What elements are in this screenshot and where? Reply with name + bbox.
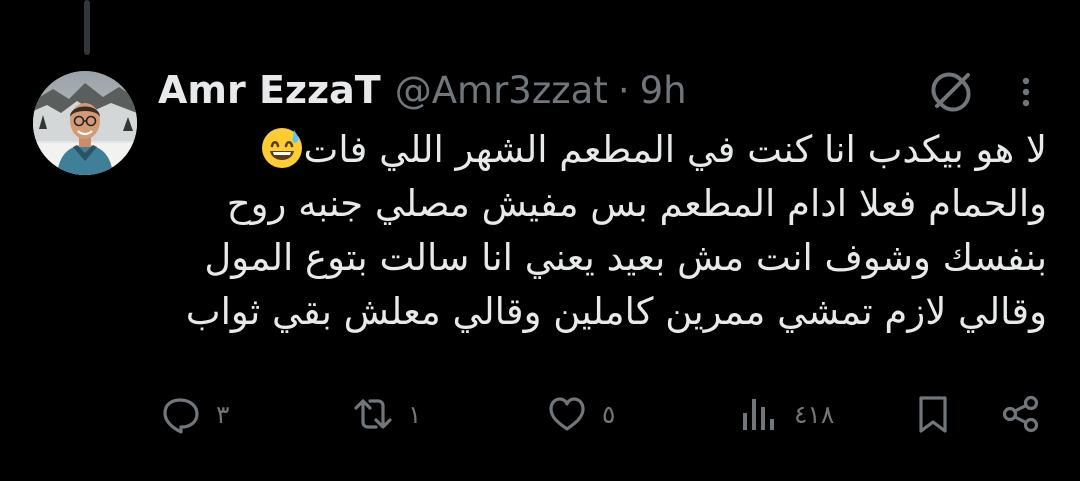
retweet-icon (354, 399, 392, 429)
like-icon (549, 397, 585, 431)
post-time[interactable]: 9h (640, 69, 687, 112)
grinning-face-with-sweat-emoji (260, 126, 304, 170)
bookmark-icon (919, 396, 947, 433)
reply-count: ٣ (216, 399, 230, 429)
views-count: ٤١٨ (794, 399, 835, 429)
avatar[interactable] (33, 71, 137, 175)
tweet-text-line: بنفسك وشوف انت مش بعيد يعني انا سالت بتو… (204, 236, 1047, 279)
tweet-text-line: وقالي لازم تمشي ممرين كاملين وقالي معلش … (185, 290, 1047, 333)
action-bar: ٣ ١ ٥ ٤١٨ (0, 384, 1080, 444)
tweet-text-line: والحمام فعلا ادام المطعم بس مفيش مصلي جن… (226, 182, 1047, 225)
views-icon (743, 399, 774, 430)
tweet-text: لا هو بيكدب انا كنت في المطعم الشهر اللي… (160, 123, 1047, 339)
like-button[interactable]: ٥ (546, 384, 615, 444)
share-button[interactable] (1000, 384, 1042, 444)
reply-icon (163, 398, 199, 434)
author-handle[interactable]: @Amr3zzat (395, 69, 608, 112)
reply-button[interactable]: ٣ (160, 384, 229, 444)
share-icon (1002, 395, 1039, 433)
author-display-name[interactable]: Amr EzzaT (158, 68, 381, 112)
tweet-header: Amr EzzaT @Amr3zzat · 9h (158, 64, 687, 116)
like-count: ٥ (602, 399, 616, 429)
tweet-text-line: لا هو بيكدب انا كنت في المطعم الشهر اللي… (160, 123, 1047, 177)
retweet-count: ١ (408, 399, 422, 429)
thread-connector-line (84, 0, 90, 55)
retweet-button[interactable]: ١ (352, 384, 421, 444)
more-icon[interactable] (1006, 72, 1046, 112)
views-button[interactable]: ٤١٨ (738, 384, 834, 444)
bookmark-button[interactable] (912, 384, 954, 444)
separator-dot: · (617, 68, 630, 112)
grok-icon[interactable] (928, 69, 974, 115)
